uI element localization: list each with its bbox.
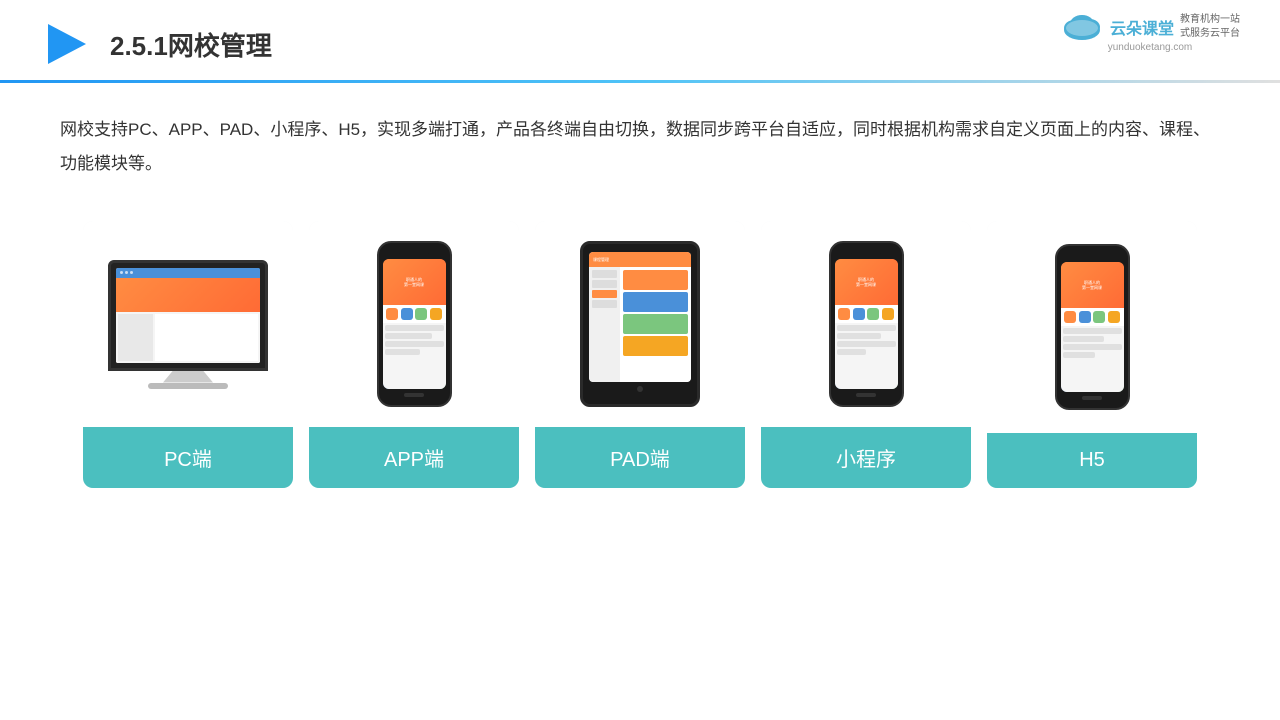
- header: 2.5.1网校管理 云朵课堂 教育机构一站式服务云平台 yunduoketang…: [0, 0, 1280, 70]
- card-miniprogram-label: 小程序: [761, 427, 971, 488]
- card-pc: PC端: [83, 221, 293, 488]
- card-h5-label: H5: [987, 433, 1197, 488]
- card-pad: 课程管理: [535, 221, 745, 488]
- card-h5: 职通人的第一堂网课: [987, 221, 1197, 488]
- card-pc-label: PC端: [83, 427, 293, 488]
- card-app-image: 职通人的第一堂网课: [309, 221, 519, 427]
- brand-tagline: 教育机构一站式服务云平台: [1180, 13, 1240, 41]
- cloud-icon: [1060, 12, 1104, 42]
- card-app-label: APP端: [309, 427, 519, 488]
- logo-icon: [40, 18, 92, 70]
- card-miniprogram: 职通人的第一堂网课: [761, 221, 971, 488]
- card-h5-image: 职通人的第一堂网课: [987, 221, 1197, 433]
- pad-tablet-mockup: 课程管理: [580, 241, 700, 407]
- card-pad-label: PAD端: [535, 427, 745, 488]
- h5-phone-mockup: 职通人的第一堂网课: [1055, 244, 1130, 410]
- card-app: 职通人的第一堂网课: [309, 221, 519, 488]
- card-pad-image: 课程管理: [535, 221, 745, 427]
- page-title: 2.5.1网校管理: [110, 26, 272, 63]
- description-paragraph: 网校支持PC、APP、PAD、小程序、H5，实现多端打通，产品各终端自由切换，数…: [60, 113, 1220, 181]
- description-text: 网校支持PC、APP、PAD、小程序、H5，实现多端打通，产品各终端自由切换，数…: [0, 83, 1280, 201]
- miniprogram-phone-mockup: 职通人的第一堂网课: [829, 241, 904, 407]
- cards-container: PC端 职通人的第一堂网课: [0, 201, 1280, 508]
- app-phone-mockup: 职通人的第一堂网课: [377, 241, 452, 407]
- card-miniprogram-image: 职通人的第一堂网课: [761, 221, 971, 427]
- card-pc-image: [83, 221, 293, 427]
- brand-url: yunduoketang.com: [1108, 42, 1193, 53]
- brand-name: 云朵课堂: [1110, 15, 1174, 39]
- pc-monitor: [108, 260, 268, 389]
- brand-logo: 云朵课堂 教育机构一站式服务云平台 yunduoketang.com: [1060, 12, 1240, 53]
